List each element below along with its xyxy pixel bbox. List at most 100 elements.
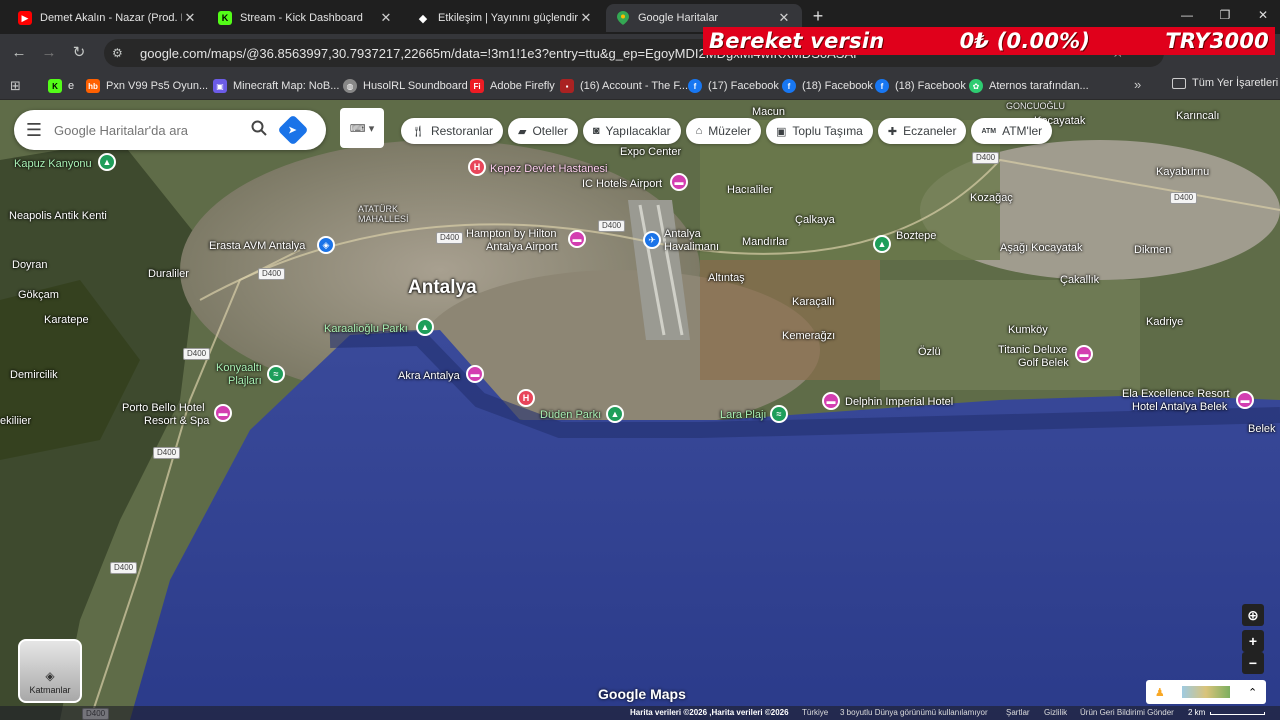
park-pin-icon[interactable]: ▲ xyxy=(98,153,116,171)
map-label-antalya[interactable]: Antalya xyxy=(408,277,477,299)
map-label-titanic-sub[interactable]: Golf Belek xyxy=(1018,357,1069,369)
my-location-button[interactable]: ⊕ xyxy=(1242,604,1264,626)
beach-pin-icon[interactable]: ≈ xyxy=(770,405,788,423)
bookmark-item[interactable]: Ke xyxy=(48,77,74,95)
bookmark-item[interactable]: Fi Adobe Firefly xyxy=(470,77,555,95)
map-label-airport[interactable]: Antalya xyxy=(664,228,701,240)
forward-button[interactable]: → xyxy=(38,42,60,64)
bookmark-item[interactable]: ▣ Minecraft Map: NoB... xyxy=(213,77,339,95)
bookmark-item[interactable]: ◍ HusolRL Soundboard xyxy=(343,77,468,95)
park-pin-icon[interactable]: ▲ xyxy=(416,318,434,336)
scale-label[interactable]: 2 km xyxy=(1188,708,1205,717)
map-label-kepez-hospital[interactable]: Kepez Devlet Hastanesi xyxy=(490,163,607,175)
map-label-karaalioglu[interactable]: Karaalioğlu Parkı xyxy=(324,323,408,335)
terms-link[interactable]: Şartlar xyxy=(1006,708,1030,717)
apps-grid-icon[interactable]: ⊞ xyxy=(10,77,21,95)
new-tab-button[interactable]: + xyxy=(808,6,828,26)
close-tab-icon[interactable]: ✕ xyxy=(578,10,594,26)
hotel-pin-icon[interactable]: ▬ xyxy=(1075,345,1093,363)
map-label-boztepe: Boztepe xyxy=(896,230,937,242)
hotel-pin-icon[interactable]: ▬ xyxy=(822,392,840,410)
feedback-link[interactable]: Ürün Geri Bildirimi Gönder xyxy=(1080,708,1174,717)
map-label-porto-bello-sub[interactable]: Resort & Spa xyxy=(144,415,209,427)
chip-transit[interactable]: ▣ Toplu Taşıma xyxy=(765,118,873,144)
chip-hotels[interactable]: ▰ Oteller xyxy=(508,118,578,144)
bookmark-item[interactable]: f (17) Facebook xyxy=(688,77,779,95)
close-window-button[interactable]: ✕ xyxy=(1248,8,1278,26)
map-label-konyaalti[interactable]: Konyaaltı xyxy=(216,362,262,374)
pegman-icon[interactable]: ♟ xyxy=(1155,686,1165,699)
maximize-button[interactable]: ❐ xyxy=(1210,8,1240,26)
tab-etkilesim[interactable]: ◆ Etkileşim | Yayınını güçlendirme ✕ xyxy=(406,4,604,32)
minimize-button[interactable]: — xyxy=(1172,8,1202,26)
more-bookmarks-icon[interactable]: » xyxy=(1134,77,1141,92)
close-tab-icon[interactable]: ✕ xyxy=(776,10,792,26)
directions-icon[interactable]: ➤ xyxy=(277,114,309,146)
map-label-cakallik: Çakallık xyxy=(1060,274,1100,286)
country-label[interactable]: Türkiye xyxy=(802,708,828,717)
search-icon[interactable] xyxy=(244,120,274,141)
map-label-ela-sub[interactable]: Hotel Antalya Belek xyxy=(1132,401,1227,413)
site-settings-icon[interactable]: ⚙ xyxy=(112,46,130,60)
map-label-ela[interactable]: Ela Excellence Resort xyxy=(1122,388,1230,400)
close-tab-icon[interactable]: ✕ xyxy=(182,10,198,26)
back-button[interactable]: ← xyxy=(8,42,30,64)
privacy-link[interactable]: Gizlilik xyxy=(1044,708,1067,717)
map-label-hampton[interactable]: Hampton by Hilton xyxy=(466,228,557,240)
hotel-pin-icon[interactable]: ▬ xyxy=(1236,391,1254,409)
camera-icon: ◙ xyxy=(592,125,600,137)
bookmark-item[interactable]: ✿ Aternos tarafından... xyxy=(969,77,1089,95)
park-pin-icon[interactable]: ▲ xyxy=(873,235,891,253)
map-label-ic-hotels[interactable]: IC Hotels Airport xyxy=(582,178,662,190)
map-label-konyaalti-sub[interactable]: Plajları xyxy=(228,375,262,387)
map-label-hampton-sub[interactable]: Antalya Airport xyxy=(486,241,558,253)
map-label-erasta[interactable]: Erasta AVM Antalya xyxy=(209,240,305,252)
bookmark-item[interactable]: hb Pxn V99 Ps5 Oyun... xyxy=(86,77,208,95)
hotel-pin-icon[interactable]: ▬ xyxy=(568,230,586,248)
hotel-pin-icon[interactable]: ▬ xyxy=(670,173,688,191)
chip-pharmacies[interactable]: ✚ Eczaneler xyxy=(877,118,967,144)
map-label-akra[interactable]: Akra Antalya xyxy=(398,370,460,382)
map-label-delphin[interactable]: Delphin Imperial Hotel xyxy=(845,396,953,408)
bookmark-item[interactable]: ▪ (16) Account - The F... xyxy=(560,77,688,95)
beach-pin-icon[interactable]: ≈ xyxy=(267,365,285,383)
search-input[interactable] xyxy=(54,122,244,138)
map-label-duden[interactable]: Düden Parkı xyxy=(540,409,601,421)
map-label-porto-bello[interactable]: Porto Bello Hotel xyxy=(122,402,205,414)
close-tab-icon[interactable]: ✕ xyxy=(378,10,394,26)
bookmark-item[interactable]: f (18) Facebook xyxy=(782,77,873,95)
chip-things-to-do[interactable]: ◙ Yapılacaklar xyxy=(582,118,681,144)
tab-kick[interactable]: K Stream - Kick Dashboard ✕ xyxy=(208,4,404,32)
map-label-titanic[interactable]: Titanic Deluxe xyxy=(998,344,1067,356)
map-label-kadriye: Kadriye xyxy=(1146,316,1184,328)
map-label-expo-center[interactable]: Expo Center xyxy=(620,146,681,158)
zoom-in-button[interactable]: + xyxy=(1242,630,1264,652)
hotel-pin-icon[interactable]: ▬ xyxy=(466,365,484,383)
zoom-out-button[interactable]: − xyxy=(1242,652,1264,674)
map-label-airport-sub[interactable]: Havalimanı xyxy=(664,241,719,253)
bookmark-label: Pxn V99 Ps5 Oyun... xyxy=(106,80,209,92)
map-label-lara[interactable]: Lara Plajı xyxy=(720,409,766,421)
map-canvas[interactable]: Antalya Kepez Devlet Hastanesi H IC Hote… xyxy=(0,100,1280,720)
map-label-neapolis[interactable]: Neapolis Antik Kenti xyxy=(9,210,107,222)
imagery-thumbnails-icon[interactable] xyxy=(1182,686,1231,698)
bookmark-item[interactable]: f (18) Facebook xyxy=(875,77,966,95)
keyboard-input-button[interactable]: ⌨ ▾ xyxy=(340,108,384,148)
park-pin-icon[interactable]: ▲ xyxy=(606,405,624,423)
shopping-pin-icon[interactable]: ◈ xyxy=(317,236,335,254)
menu-icon[interactable]: ☰ xyxy=(14,120,54,141)
hotel-pin-icon[interactable]: ▬ xyxy=(214,404,232,422)
chip-restaurants[interactable]: 🍴︎ Restoranlar xyxy=(401,118,503,144)
layers-button[interactable]: ◈ Katmanlar xyxy=(18,639,82,703)
chip-atms[interactable]: ATM ATM'ler xyxy=(971,118,1053,144)
chevron-up-icon[interactable]: ⌃ xyxy=(1248,686,1257,699)
reload-button[interactable]: ↻ xyxy=(68,42,90,64)
tab-youtube[interactable]: ▶ Demet Akalın - Nazar (Prod. Me ✕ xyxy=(8,4,208,32)
map-label-kozagac: Kozağaç xyxy=(970,192,1013,204)
hospital-pin-icon[interactable]: H xyxy=(517,389,535,407)
all-bookmarks-button[interactable]: Tüm Yer İşaretleri xyxy=(1172,77,1278,89)
airport-pin-icon[interactable]: ✈ xyxy=(643,231,661,249)
map-label-kapuz[interactable]: Kapuz Kanyonu xyxy=(14,158,92,170)
hospital-pin-icon[interactable]: H xyxy=(468,158,486,176)
chip-museums[interactable]: ⌂ Müzeler xyxy=(685,118,761,144)
